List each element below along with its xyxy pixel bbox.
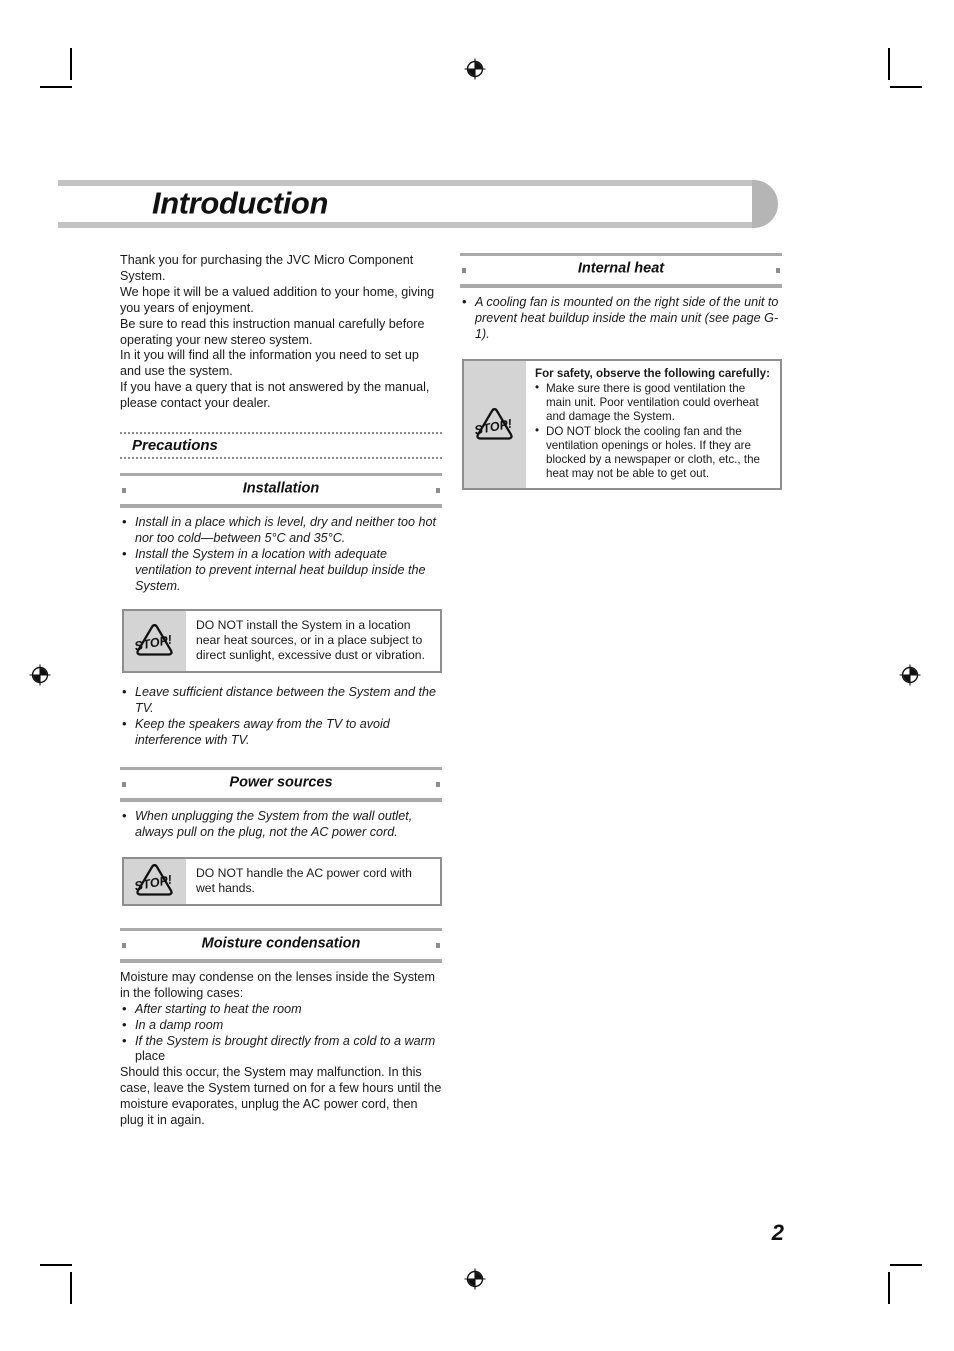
section-heading-moisture-condensation: Moisture condensation [120,927,442,963]
right-column: Internal heat A cooling fan is mounted o… [460,253,782,496]
installation-bullet-list-after: Leave sufficient distance between the Sy… [120,684,442,749]
stop-triangle-icon: STOP! [473,407,513,440]
lead-paragraph: Thank you for purchasing the JVC Micro C… [120,253,435,411]
list-item: Keep the speakers away from the TV to av… [120,716,442,749]
crop-mark-bottom-left-vertical [70,1272,72,1304]
caution-bullet-list: Make sure there is good ventilation the … [535,381,773,482]
svg-text:STOP!: STOP! [473,416,513,437]
list-item-italic-part: If the System is brought directly from a… [135,1033,436,1048]
stop-triangle-icon: STOP! [133,864,173,896]
list-item: After starting to heat the room [120,1001,442,1018]
crop-mark-bottom-left-horizontal [40,1264,72,1266]
list-item: DO NOT block the cooling fan and the ven… [535,424,773,482]
installation-bullet-list: Install in a place which is level, dry a… [120,514,442,595]
caution-box-internal-heat: STOP! For safety, observe the following … [462,358,782,491]
svg-text:STOP!: STOP! [133,632,173,653]
caution-text: DO NOT install the System in a location … [196,617,425,662]
caution-icon-panel: STOP! [464,360,526,489]
crop-mark-bottom-right-vertical [888,1272,890,1304]
caution-headline: For safety, observe the following carefu… [535,366,770,380]
caution-box-power-sources: STOP! DO NOT handle the AC power cord wi… [122,856,442,906]
list-item: Make sure there is good ventilation the … [535,381,773,425]
page-title-banner: Introduction [58,180,778,228]
caution-body: For safety, observe the following carefu… [526,361,780,489]
caution-icon-panel: STOP! [124,610,186,672]
section-title: Power sources [229,774,333,791]
caution-box-installation: STOP! DO NOT install the System in a loc… [122,608,442,674]
internal-heat-bullet-list: A cooling fan is mounted on the right si… [460,294,782,343]
section-heading-power-sources: Power sources [120,766,442,802]
section-heading-internal-heat: Internal heat [460,253,782,288]
section-title: Installation [242,480,320,497]
registration-crosshair-icon [464,1268,486,1290]
crop-mark-top-left-vertical [70,48,72,80]
crop-mark-top-right-horizontal [890,86,922,88]
caution-icon-panel: STOP! [124,858,186,904]
svg-text:STOP!: STOP! [133,873,173,894]
list-item: If the System is brought directly from a… [120,1033,442,1066]
registration-crosshair-icon [29,664,51,686]
section-title: Internal heat [577,260,665,277]
section-title: Moisture condensation [201,935,361,952]
precautions-label: Precautions [132,437,218,455]
list-item: In a damp room [120,1017,442,1034]
crop-mark-top-right-vertical [888,48,890,80]
page-number: 2 [771,1220,784,1245]
list-item-roman-part: place [135,1049,166,1064]
page-title: Introduction [152,185,328,221]
registration-crosshair-icon [899,664,921,686]
moisture-intro-text: Moisture may condense on the lenses insi… [120,969,436,1000]
caution-text: DO NOT handle the AC power cord with wet… [196,865,412,895]
stop-triangle-icon: STOP! [133,623,173,656]
crop-mark-bottom-right-horizontal [890,1264,922,1266]
list-item: Install the System in a location with ad… [120,546,442,595]
section-heading-installation: Installation [120,472,442,508]
precautions-band: Precautions [120,432,442,459]
power-sources-bullet-list: When unplugging the System from the wall… [120,808,442,841]
moisture-bullet-list: After starting to heat the room In a dam… [120,1001,442,1066]
list-item: A cooling fan is mounted on the right si… [460,294,782,343]
list-item: Leave sufficient distance between the Sy… [120,684,442,717]
crop-mark-top-left-horizontal [40,86,72,88]
moisture-outro-text: Should this occur, the System may malfun… [120,1065,442,1128]
registration-crosshair-icon [464,58,486,80]
left-column: Thank you for purchasing the JVC Micro C… [120,253,442,1129]
list-item: Install in a place which is level, dry a… [120,514,442,547]
list-item: When unplugging the System from the wall… [120,808,442,841]
